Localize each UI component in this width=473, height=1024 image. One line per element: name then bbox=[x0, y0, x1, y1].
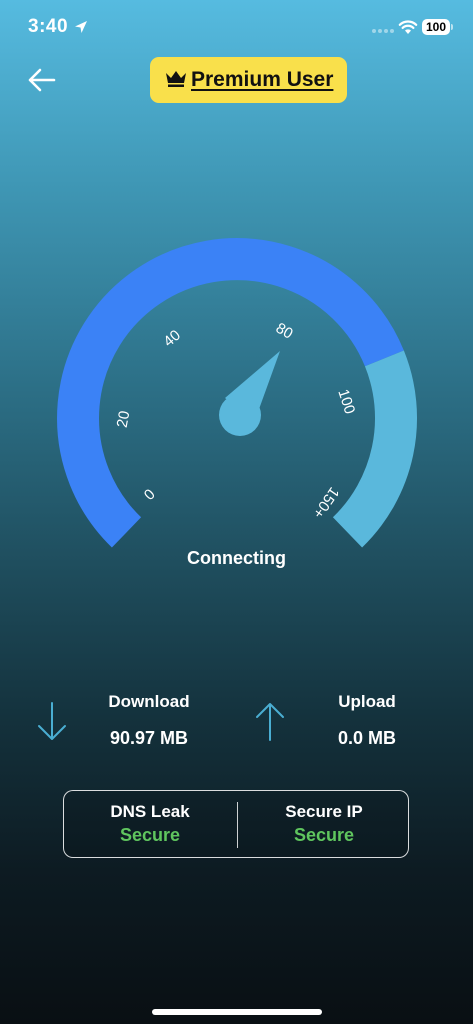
gauge-arc-remaining bbox=[332, 350, 418, 548]
back-button[interactable] bbox=[24, 62, 60, 98]
gauge-tick-label: 40 bbox=[160, 327, 184, 351]
upload-label: Upload bbox=[338, 692, 396, 711]
location-arrow-icon bbox=[75, 21, 87, 33]
gauge-tick-label: 0 bbox=[141, 486, 159, 504]
download-value: 90.97 MB bbox=[109, 728, 189, 748]
gauge-tick-label: 20 bbox=[114, 410, 134, 429]
premium-user-badge[interactable]: Premium User bbox=[150, 57, 347, 103]
download-label: Download bbox=[108, 692, 190, 711]
upload-arrow-icon bbox=[256, 703, 284, 741]
wifi-icon bbox=[398, 20, 418, 34]
signal-icon bbox=[372, 29, 394, 35]
back-arrow-icon bbox=[28, 68, 56, 92]
dns-leak-label: DNS Leak bbox=[110, 802, 190, 821]
upload-value: 0.0 MB bbox=[337, 728, 397, 748]
gauge-tick-label: 100 bbox=[334, 387, 358, 416]
secure-ip-value: Secure bbox=[293, 825, 355, 845]
secure-ip-label: Secure IP bbox=[285, 802, 363, 821]
premium-user-label: Premium User bbox=[191, 68, 334, 91]
gauge-needle bbox=[219, 351, 280, 436]
status-bar: 3:40 100 bbox=[0, 0, 473, 56]
home-indicator[interactable] bbox=[152, 1009, 322, 1015]
security-status-panel: DNS Leak Secure Secure IP Secure bbox=[63, 790, 409, 858]
secure-ip-status: Secure IP Secure bbox=[238, 801, 410, 847]
crown-icon bbox=[166, 71, 186, 87]
connection-status: Connecting bbox=[187, 548, 286, 568]
battery-indicator: 100 bbox=[422, 19, 450, 35]
status-time: 3:40 bbox=[28, 16, 69, 37]
download-arrow-icon bbox=[38, 702, 66, 740]
speed-gauge: 0 20 40 80 100 150+ bbox=[57, 238, 418, 548]
gauge-tick-label: 80 bbox=[273, 320, 296, 343]
battery-tip bbox=[451, 24, 453, 30]
dns-leak-status: DNS Leak Secure bbox=[64, 801, 236, 847]
dns-leak-value: Secure bbox=[119, 825, 181, 845]
